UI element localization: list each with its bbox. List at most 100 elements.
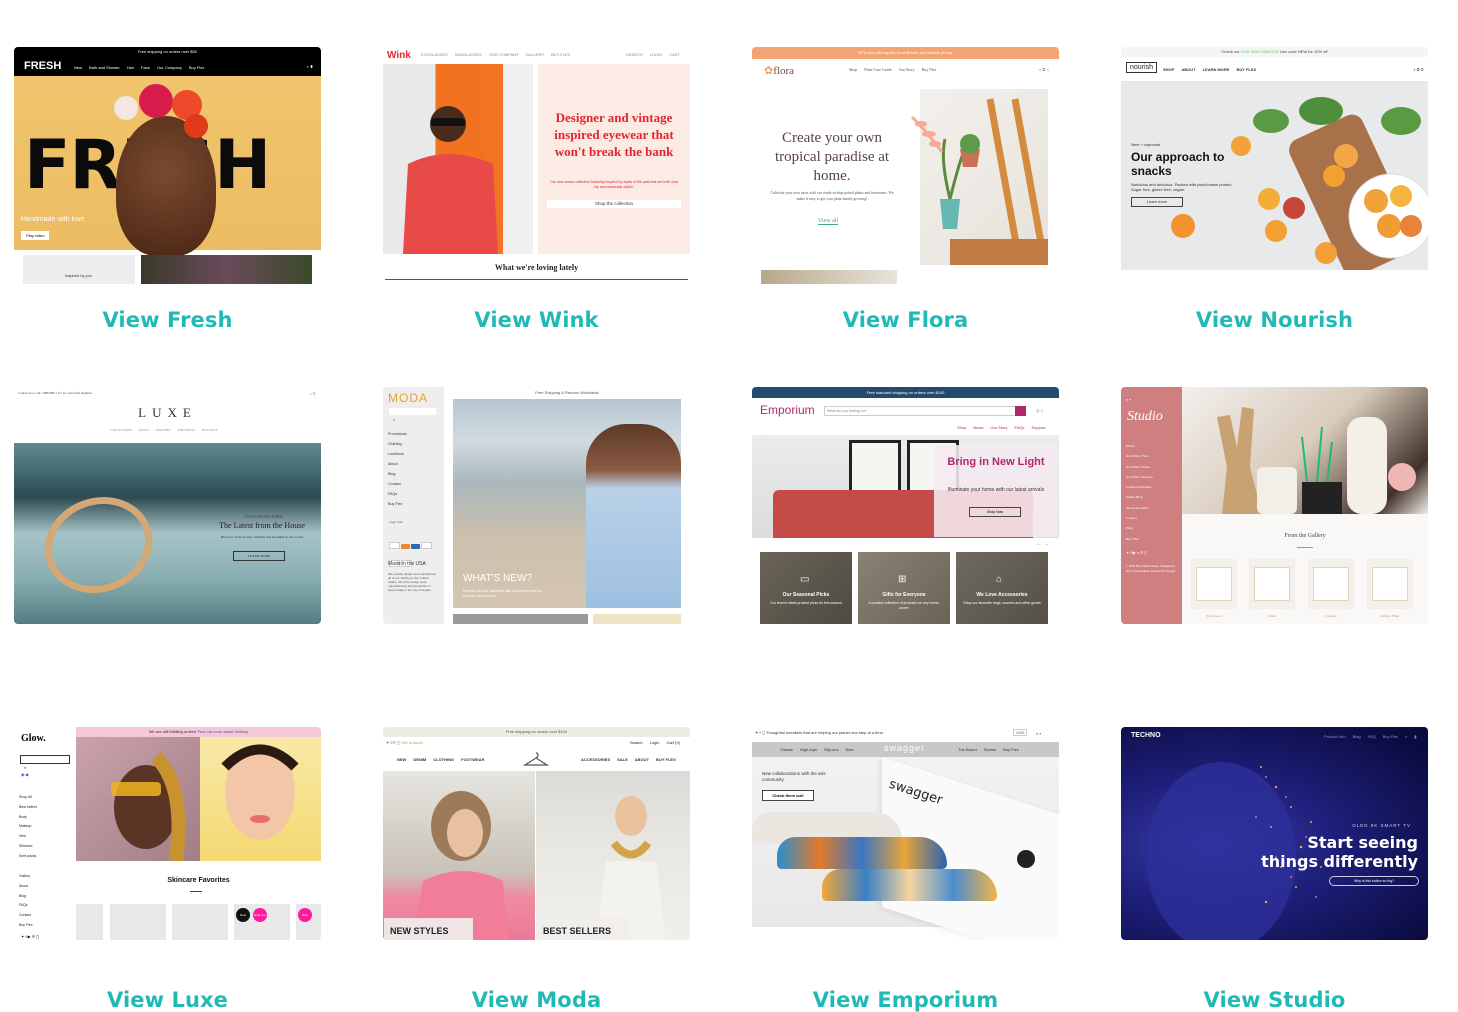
- amex-icon: [411, 544, 420, 549]
- nav-item: BUY FLEX: [656, 757, 676, 762]
- view-theme-link-nourish[interactable]: View Nourish: [1121, 308, 1428, 332]
- hero-banner: [14, 443, 321, 624]
- site-nav-right: The Brand Stories Buy Flex: [958, 747, 1026, 752]
- search-button: [1015, 406, 1026, 416]
- announcement-link: OUR NEW SNACKS!: [1240, 49, 1279, 54]
- view-theme-link-luxe[interactable]: View Luxe: [14, 988, 321, 1012]
- nav-item: FOOTWEAR: [461, 757, 485, 762]
- footer-text: © 2019 Fine Theme Studio. Designed by Ou…: [1126, 564, 1176, 573]
- site-nav: Shop Plant Care Guide Our Story Buy Flex: [849, 67, 943, 72]
- announcement-bar: ✦ f ◻ Thoughtful sneakers that are helpi…: [755, 730, 884, 735]
- theme-preview-fresh[interactable]: Free shipping on orders over $50 FRESH N…: [14, 47, 321, 284]
- art-print: [1313, 567, 1349, 601]
- theme-preview-wink[interactable]: Wink EYEGLASSES SUNGLASSES OUR COMPANY GALL…: [383, 47, 690, 284]
- announcement-text: Use code NEW for 15% off: [1279, 49, 1328, 54]
- nav-item: Buy Flex: [921, 67, 937, 72]
- menu-item: Clothing: [388, 442, 402, 446]
- model-illustration: [221, 744, 299, 840]
- hero-subtext: Nutritious and delicious. Packed with pl…: [1131, 182, 1233, 192]
- nav-item: Face: [141, 65, 150, 70]
- nav-item: Slip-ons: [824, 747, 839, 752]
- hero-photo: [383, 64, 533, 254]
- theme-preview-boutique[interactable]: Free shipping on orders over $100 ✦ f ℗ …: [383, 727, 690, 940]
- view-theme-link-fresh[interactable]: View Fresh: [14, 308, 321, 332]
- social-icons: ✦ f ▶ ℗ ◻: [21, 934, 40, 939]
- model-illustration: [596, 796, 666, 940]
- site-nav: EYEGLASSES SUNGLASSES OUR COMPANY GALLERY BU…: [421, 52, 577, 57]
- view-theme-link-flora[interactable]: View Flora: [752, 308, 1059, 332]
- product-card: [1191, 559, 1237, 609]
- theme-preview-moda[interactable]: MODA ⌕ Promotions Clothing Lookbook Abou…: [383, 387, 690, 624]
- theme-preview-nourish[interactable]: Check out OUR NEW SNACKS! Use code NEW f…: [1121, 47, 1428, 284]
- product-card: [172, 904, 228, 940]
- product-card: [1367, 559, 1413, 609]
- view-theme-link-studio[interactable]: View Studio: [1121, 988, 1428, 1012]
- view-theme-link-moda[interactable]: View Moda: [383, 988, 690, 1012]
- theme-preview-luxe[interactable]: Contact us or call 1-888-HIP-1111 for cu…: [14, 387, 321, 624]
- menu-item: Sent packs: [19, 853, 37, 858]
- logo-text: flora: [773, 65, 794, 77]
- menu-item: About the Artist: [1126, 505, 1149, 510]
- payment-icons: [389, 538, 434, 574]
- hanger-logo-icon: [523, 752, 549, 766]
- gift-icon: ⊞: [898, 574, 907, 585]
- menu-item: Body: [19, 814, 27, 819]
- model-illustration: [403, 106, 498, 254]
- paypal-icon: [421, 542, 432, 549]
- login-label: Login: [389, 520, 397, 524]
- header-actions: SEARCH LOGIN CART: [626, 52, 687, 57]
- collection-image: NEW STYLES: [383, 771, 535, 940]
- nav-item: ABOUT: [634, 757, 650, 762]
- leaf-decoration: [910, 115, 944, 153]
- collection-image: BEST SELLERS: [536, 771, 690, 940]
- nav-item: Buy Flex: [1003, 747, 1019, 752]
- hero-headline: Our approach to snacks: [1131, 150, 1225, 178]
- made-in-usa-title: Made in the USA: [388, 561, 426, 567]
- theme-preview-techno[interactable]: TECHNO Product Info Blog FAQ Buy Flex ⌕ ▮ OLE…: [1121, 727, 1428, 940]
- product-name: Cicadas: [1325, 614, 1337, 618]
- account-icons: ◉ ◆: [21, 772, 29, 777]
- social-icons: ✦ f ◻: [755, 730, 767, 735]
- nav-item: Shop: [957, 425, 967, 430]
- view-theme-link-wink[interactable]: View Wink: [383, 308, 690, 332]
- menu-item: Art Prints: Modern: [1126, 474, 1153, 479]
- sidebar-menu: Shop All Best sellers Body Makeup New Sk…: [19, 793, 37, 862]
- menu-item: Gallery: [19, 874, 31, 878]
- theme-preview-swagger[interactable]: ✦ f ◻ Thoughtful sneakers that are helpi…: [752, 727, 1059, 940]
- check-them-out-button: Check them out!: [762, 790, 814, 801]
- hero-tagline: Handmade with love: [21, 216, 85, 223]
- flower-icon: ✿: [764, 65, 774, 77]
- nav-item: Classic: [780, 747, 793, 752]
- visa-icon: [389, 542, 400, 549]
- nav-item: BUY FLEX: [551, 52, 571, 57]
- product-name: Trout No.2: [1206, 614, 1222, 618]
- hero-photo: [76, 737, 200, 862]
- nav-item: ABOUT: [1181, 67, 1196, 72]
- view-all-link: View all: [818, 218, 839, 225]
- header-icons: ⌕ ▾: [1126, 397, 1132, 402]
- site-logo: MODA: [388, 391, 428, 405]
- site-logo: ✿flora: [764, 64, 794, 77]
- view-theme-link-emporium[interactable]: View Emporium: [752, 988, 1059, 1012]
- social-icons: ✦ f ℗ ◻: [386, 740, 402, 745]
- nav-item: Bath and Shower: [89, 65, 120, 70]
- site-logo: swagger: [884, 743, 926, 753]
- nav-item: SALE: [617, 757, 628, 762]
- product-name: Storm: [1267, 614, 1277, 618]
- announcement-bar: Check out OUR NEW SNACKS! Use code NEW f…: [1121, 47, 1428, 57]
- nav-item: COLLECTIONS: [110, 428, 133, 432]
- section-label: Inspired by you: [65, 273, 93, 278]
- hanger-icon: ⌂: [996, 574, 1003, 585]
- nav-item: DENIM: [413, 757, 427, 762]
- contact-bar: Contact us or call 1-888-HIP-1111 for cu…: [18, 391, 93, 395]
- divider: [1297, 547, 1313, 548]
- theme-preview-studio[interactable]: ⌕ ▾ Studio Home Art Prints: Flora Art Pr…: [1121, 387, 1428, 624]
- site-logo: Studio: [1127, 409, 1163, 424]
- hero-button: Why is this button so big?: [1329, 876, 1419, 886]
- theme-preview-emporium[interactable]: Free standard shipping on orders over $1…: [752, 387, 1059, 624]
- nav-item: Hair: [126, 65, 135, 70]
- theme-preview-glow[interactable]: Glow. ⌕ ◉ ◆ Shop All Best sellers Body M…: [14, 727, 321, 940]
- theme-preview-flora[interactable]: We're now offering free local delivery a…: [752, 47, 1059, 284]
- art-print: [1196, 567, 1232, 601]
- hero-banner: WHAT'S NEW? Freshen up your wardrobe wit…: [453, 399, 681, 608]
